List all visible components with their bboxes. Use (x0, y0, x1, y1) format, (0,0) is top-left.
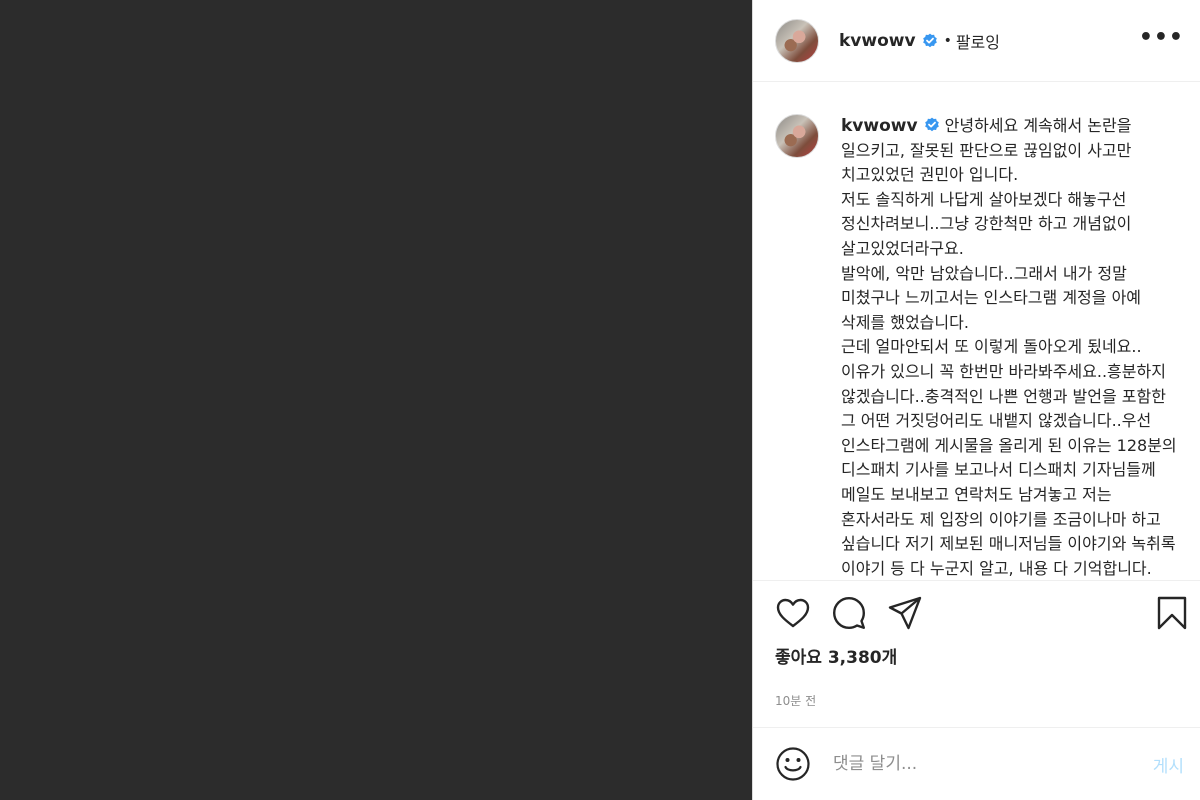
header-username[interactable]: kvwowv (839, 31, 916, 51)
post-timestamp[interactable]: 10분 전 (753, 691, 1200, 728)
smiley-icon[interactable] (775, 746, 811, 782)
more-options-icon[interactable]: ••• (1139, 25, 1184, 56)
caption-username[interactable]: kvwowv (841, 116, 918, 136)
caption-avatar[interactable] (775, 114, 819, 158)
verified-badge-icon (922, 33, 937, 47)
action-bar (753, 581, 1200, 645)
comments-area[interactable]: kvwowv 안녕하세요 계속해서 논란을 일으키고, 잘못된 판단으로 끊임없… (753, 82, 1200, 581)
likes-count[interactable]: 좋아요 3,380개 (753, 645, 1200, 671)
avatar[interactable] (775, 18, 819, 63)
verified-badge-icon (924, 117, 939, 132)
post-caption: kvwowv 안녕하세요 계속해서 논란을 일으키고, 잘못된 판단으로 끊임없… (775, 114, 1184, 580)
header-separator: • (943, 32, 952, 49)
share-icon[interactable] (887, 595, 923, 631)
post-media[interactable] (0, 0, 752, 800)
caption-body: kvwowv 안녕하세요 계속해서 논란을 일으키고, 잘못된 판단으로 끊임없… (841, 114, 1184, 580)
post-comment-button[interactable]: 게시 (1153, 752, 1184, 777)
comment-composer: 게시 (753, 728, 1200, 800)
heart-icon[interactable] (775, 595, 811, 631)
post-side-panel: kvwowv • 팔로잉 ••• kvwowv 안녕하세요 계속해서 논란을 일… (752, 0, 1200, 800)
following-button[interactable]: 팔로잉 (956, 29, 1000, 53)
comment-icon[interactable] (831, 595, 867, 631)
bookmark-icon[interactable] (1154, 595, 1190, 631)
comment-input[interactable] (831, 753, 1153, 775)
post-header: kvwowv • 팔로잉 ••• (753, 0, 1200, 82)
caption-text: 안녕하세요 계속해서 논란을 일으키고, 잘못된 판단으로 끊임없이 사고만 치… (841, 116, 1177, 578)
instagram-post-viewer: kvwowv • 팔로잉 ••• kvwowv 안녕하세요 계속해서 논란을 일… (0, 0, 1200, 800)
